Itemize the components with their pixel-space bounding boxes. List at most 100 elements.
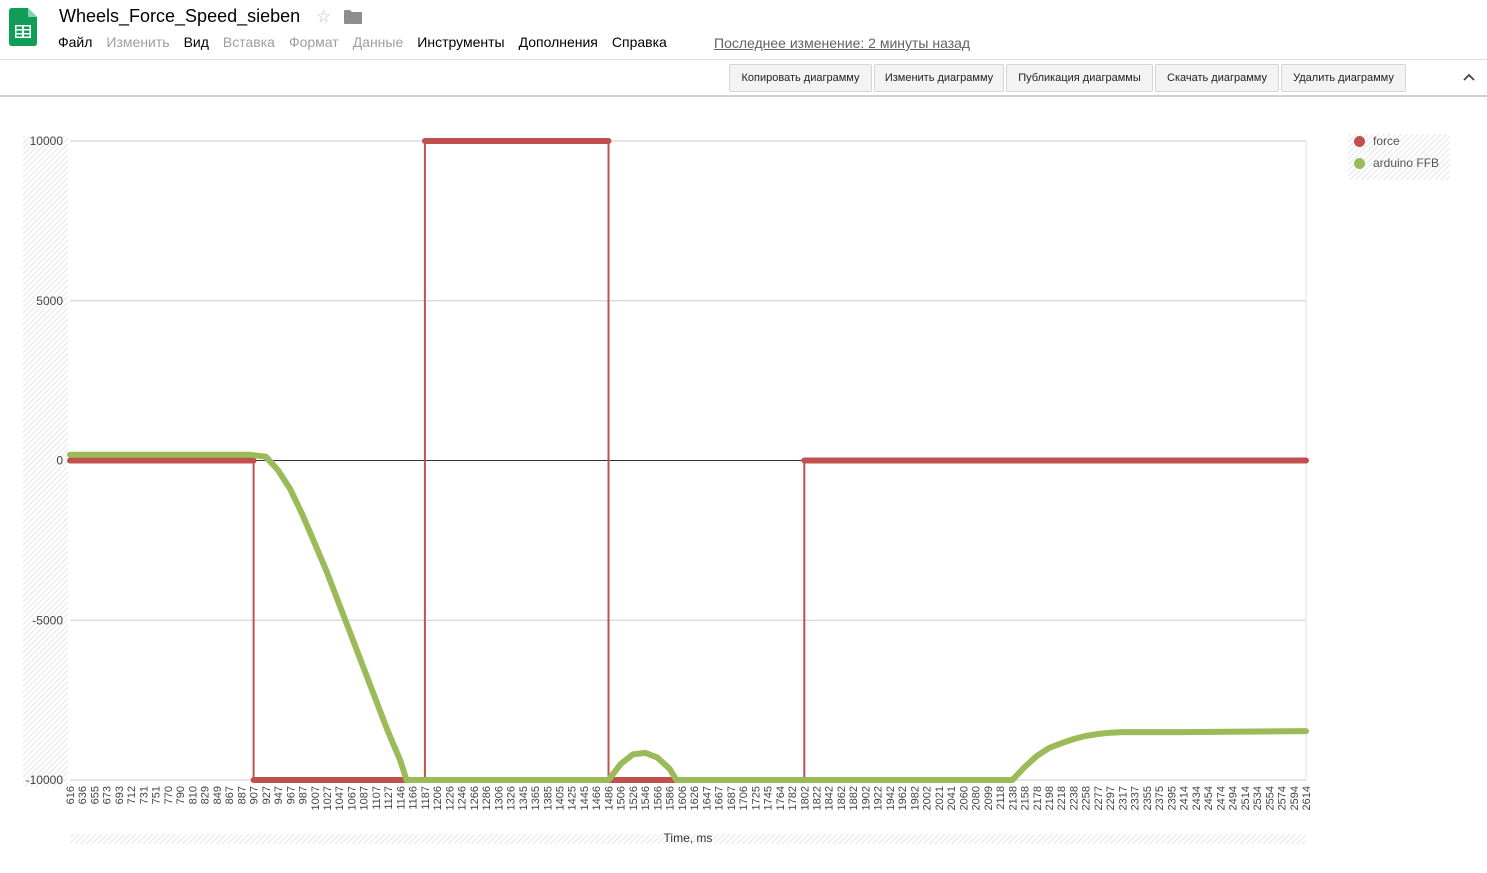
- x-tick-label: 907: [249, 786, 261, 804]
- x-tick-label: 2238: [1069, 786, 1081, 810]
- x-tick-label: 1667: [714, 786, 726, 810]
- x-tick-label: 1425: [567, 786, 579, 810]
- x-tick-label: 2198: [1044, 786, 1056, 810]
- x-tick-label: 1246: [457, 786, 469, 810]
- menu-file[interactable]: Файл: [51, 34, 99, 54]
- x-tick-label: 1166: [408, 786, 420, 810]
- x-tick-label: 2041: [946, 786, 958, 810]
- y-tick-label: -5000: [32, 613, 63, 627]
- x-tick-label: 712: [126, 786, 138, 804]
- x-tick-label: 1187: [420, 786, 432, 810]
- y-tick-label: 10000: [30, 134, 64, 148]
- line-chart[interactable]: 1000050000-5000-10000616 636 655 673 693 712 7…: [0, 98, 1487, 868]
- x-tick-label: 867: [224, 786, 236, 804]
- legend-label-force: force: [1373, 134, 1400, 148]
- app-header: Wheels_Force_Speed_sieben ☆ Файл Изменит…: [0, 0, 1487, 60]
- legend-dot-arduino-ffb: [1354, 157, 1365, 169]
- x-tick-label: 2099: [983, 786, 995, 810]
- x-tick-label: 2178: [1032, 786, 1044, 810]
- x-tick-label: 2080: [971, 786, 983, 810]
- x-tick-label: 1385: [542, 786, 554, 810]
- x-tick-label: 1306: [493, 786, 505, 810]
- menu-help[interactable]: Справка: [605, 34, 674, 54]
- edit-chart-button[interactable]: Изменить диаграмму: [874, 64, 1004, 92]
- x-tick-label: 1687: [726, 786, 738, 810]
- menu-addons[interactable]: Дополнения: [512, 34, 605, 54]
- x-tick-label: 1566: [652, 786, 664, 810]
- x-tick-label: 1047: [334, 786, 346, 810]
- x-tick-label: 810: [187, 786, 199, 804]
- x-tick-label: 1586: [665, 786, 677, 810]
- x-tick-label: 1626: [689, 786, 701, 810]
- chart-area: 10000 5000 0 -5000 -10000 616 636 655 673 693 712 7…: [0, 98, 1487, 868]
- x-tick-label: 1745: [763, 786, 775, 810]
- last-edit-link[interactable]: Последнее изменение: 2 минуты назад: [714, 35, 970, 51]
- x-tick-label: 1067: [347, 786, 359, 810]
- x-tick-label: 2614: [1301, 786, 1313, 810]
- x-tick-label: 1007: [310, 786, 322, 810]
- x-tick-label: 1706: [738, 786, 750, 810]
- chevron-up-icon[interactable]: [1461, 69, 1477, 85]
- x-tick-label: 2002: [922, 786, 934, 810]
- x-tick-label: 2158: [1020, 786, 1032, 810]
- x-tick-label: 2118: [995, 786, 1007, 810]
- x-tick-label: 1107: [371, 786, 383, 810]
- x-tick-label: 673: [102, 786, 114, 804]
- x-tick-label: 2414: [1179, 786, 1191, 810]
- menu-insert[interactable]: Вставка: [216, 34, 282, 54]
- x-tick-label: 1087: [359, 786, 371, 810]
- x-tick-label: 1647: [701, 786, 713, 810]
- x-tick-label: 2494: [1228, 786, 1240, 810]
- x-tick-label: 1365: [530, 786, 542, 810]
- x-tick-label: 1862: [836, 786, 848, 810]
- x-tick-label: 2021: [934, 786, 946, 810]
- x-tick-label: 849: [212, 786, 224, 804]
- document-title[interactable]: Wheels_Force_Speed_sieben: [59, 6, 300, 27]
- menu-data[interactable]: Данные: [346, 34, 411, 54]
- download-chart-button[interactable]: Скачать диаграмму: [1155, 64, 1279, 92]
- legend-item-arduino-ffb[interactable]: arduino FFB: [1354, 156, 1439, 170]
- x-tick-label: 1882: [848, 786, 860, 810]
- x-tick-label: 2060: [958, 786, 970, 810]
- copy-chart-button[interactable]: Копировать диаграмму: [729, 64, 872, 92]
- x-tick-label: 2554: [1264, 786, 1276, 810]
- publish-chart-button[interactable]: Публикация диаграммы: [1006, 64, 1153, 92]
- folder-icon[interactable]: [344, 10, 362, 24]
- x-tick-label: 616: [65, 786, 77, 804]
- x-tick-label: 1266: [469, 786, 481, 810]
- x-tick-label: 1962: [897, 786, 909, 810]
- menu-format[interactable]: Формат: [282, 34, 346, 54]
- x-tick-label: 829: [200, 786, 212, 804]
- menu-tools[interactable]: Инструменты: [410, 34, 511, 54]
- x-tick-label: 1922: [873, 786, 885, 810]
- x-tick-label: 2574: [1277, 786, 1289, 810]
- x-tick-label: 1326: [506, 786, 518, 810]
- x-tick-label: 927: [261, 786, 273, 804]
- x-tick-label: 1146: [395, 786, 407, 810]
- x-tick-label: 947: [273, 786, 285, 804]
- x-tick-label: 1842: [824, 786, 836, 810]
- x-tick-label: 2395: [1166, 786, 1178, 810]
- legend-item-force[interactable]: force: [1354, 134, 1400, 148]
- x-tick-label: 1445: [579, 786, 591, 810]
- menu-edit[interactable]: Изменить: [99, 34, 176, 54]
- x-tick-label: 636: [77, 786, 89, 804]
- x-tick-label: 2138: [1007, 786, 1019, 810]
- chart-toolbar: Копировать диаграмму Изменить диаграмму …: [0, 59, 1487, 97]
- x-tick-label: 1127: [383, 786, 395, 810]
- menu-view[interactable]: Вид: [177, 34, 216, 54]
- x-tick-label: 2474: [1215, 786, 1227, 810]
- x-tick-label: 2594: [1289, 786, 1301, 810]
- y-tick-label: 5000: [36, 294, 63, 308]
- x-tick-label: 1027: [322, 786, 334, 810]
- x-tick-label: 2434: [1191, 786, 1203, 810]
- x-tick-label: 1466: [591, 786, 603, 810]
- x-tick-label: 790: [175, 786, 187, 804]
- star-icon[interactable]: ☆: [316, 7, 331, 27]
- delete-chart-button[interactable]: Удалить диаграмму: [1281, 64, 1406, 92]
- x-tick-label: 2317: [1117, 786, 1129, 810]
- x-tick-label: 2297: [1105, 786, 1117, 810]
- menu-bar: Файл Изменить Вид Вставка Формат Данные …: [51, 34, 674, 54]
- x-tick-label: 1506: [616, 786, 628, 810]
- sheets-logo-icon[interactable]: [9, 8, 37, 46]
